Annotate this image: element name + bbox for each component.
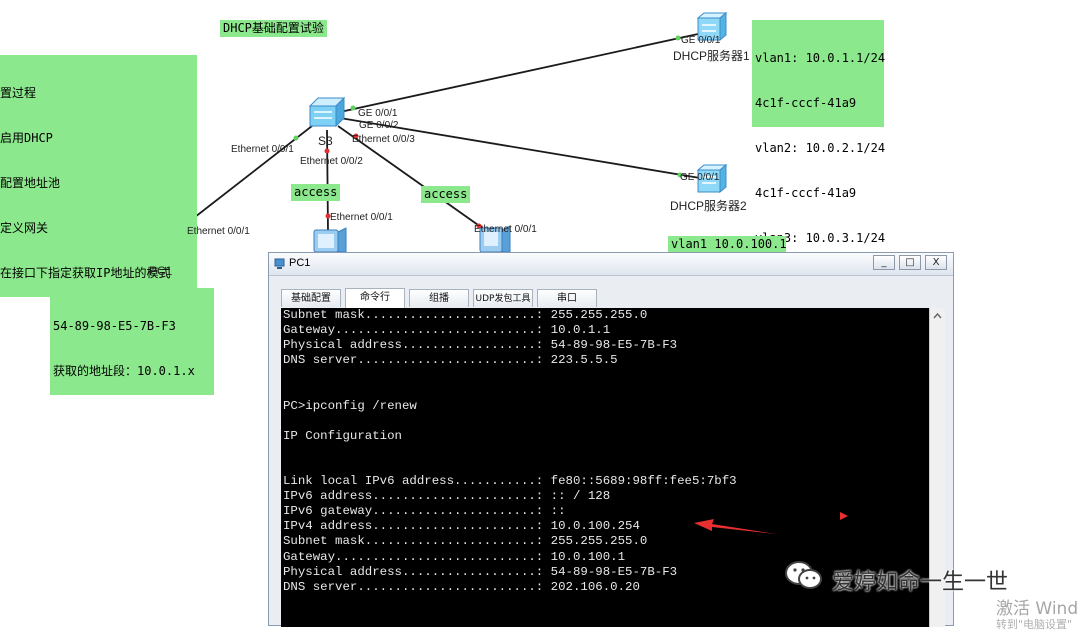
server1-vlan-note[interactable]: vlan1: 10.0.1.1/24 4c1f-cccf-41a9 vlan2:… (752, 20, 886, 290)
vlan-gateway-note[interactable]: vlan1 10.0.100.1 (668, 236, 787, 253)
port-label: Ethernet 0/0/1 (474, 224, 537, 235)
scroll-up-icon[interactable] (932, 311, 943, 320)
tab-udp-tool[interactable]: UDP发包工具 (473, 289, 533, 307)
watermark-brand: 爱婷如命一生一世 (832, 570, 1009, 595)
annotation-arrow-icon (694, 519, 776, 534)
window-titlebar[interactable]: PC1 _ □ X (269, 253, 953, 276)
port-label: Ethernet 0/0/1 (187, 226, 250, 237)
minimize-button[interactable]: _ (873, 255, 895, 270)
link-switch-server1[interactable] (339, 33, 699, 113)
steps-note-line: 启用DHCP (0, 131, 53, 145)
pc1-note-line: 54-89-98-E5-7B-F3 (53, 319, 176, 333)
server1-note-line: 4c1f-cccf-41a9 (755, 186, 857, 200)
access-label[interactable]: access (421, 186, 471, 203)
port-label: Ethernet 0/0/3 (352, 134, 415, 145)
maximize-button[interactable]: □ (899, 255, 921, 270)
server1-note-line: 4c1f-cccf-41a9 (755, 96, 857, 110)
experiment-title-note[interactable]: DHCP基础配置试验 (220, 20, 327, 37)
steps-note-line: 定义网关 (0, 221, 49, 235)
steps-note-line: 配置地址池 (0, 176, 61, 190)
server1-name: DHCP服务器1 (673, 49, 750, 63)
port-label: GE 0/0/1 (680, 172, 720, 183)
port-label: GE 0/0/1 (681, 35, 721, 46)
port-label: Ethernet 0/0/1 (231, 144, 294, 155)
tab-serial[interactable]: 串口 (537, 289, 597, 307)
port-label: Ethernet 0/0/1 (330, 212, 393, 223)
small-arrow-icon (840, 512, 848, 520)
window-title: PC1 (289, 257, 311, 269)
server2-name: DHCP服务器2 (670, 199, 747, 213)
pc1-name: PC1 (149, 264, 173, 278)
tab-command-line[interactable]: 命令行 (345, 288, 405, 308)
server1-note-line: vlan2: 10.0.2.1/24 (755, 141, 886, 155)
switch-name: S3 (318, 134, 333, 148)
window-app-icon (274, 258, 285, 269)
console-output[interactable]: Subnet mask.......................: 255.… (283, 308, 737, 595)
pc-icon[interactable] (313, 227, 347, 253)
pc1-note-line: 获取的地址段：10.0.1.x (53, 364, 195, 378)
server1-note-line: vlan1: 10.0.1.1/24 (755, 51, 886, 65)
tab-basic-config[interactable]: 基础配置 (281, 289, 341, 307)
tab-multicast[interactable]: 组播 (409, 289, 469, 307)
port-dot-up (350, 105, 356, 111)
port-dot-up (675, 35, 681, 41)
steps-note-line: 置过程 (0, 86, 37, 100)
port-label: GE 0/0/1 (358, 108, 398, 119)
switch-icon[interactable] (308, 96, 346, 128)
port-label: Ethernet 0/0/2 (300, 156, 363, 167)
steps-note[interactable]: 置过程 启用DHCP 配置地址池 定义网关 在接口下指定获取IP地址的模式 (0, 55, 197, 297)
pc1-mac-note[interactable]: 54-89-98-E5-7B-F3 获取的地址段：10.0.1.x (50, 288, 214, 395)
port-dot-down (324, 148, 330, 154)
port-dot-up (293, 135, 299, 141)
wechat-logo-icon (785, 561, 822, 589)
close-button[interactable]: X (925, 255, 947, 270)
windows-activate-subtext: 转到"电脑设置" (996, 618, 1073, 631)
access-label[interactable]: access (291, 184, 341, 201)
port-label: GE 0/0/2 (359, 120, 399, 131)
